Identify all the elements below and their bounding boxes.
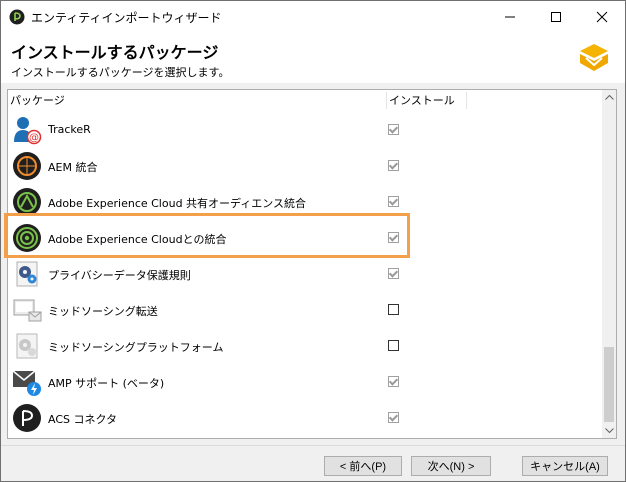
minimize-button[interactable] xyxy=(487,1,533,33)
chevron-down-icon xyxy=(604,428,614,434)
maximize-button[interactable] xyxy=(533,1,579,33)
maximize-icon xyxy=(551,12,561,22)
package-name: プライバシーデータ保護規則 xyxy=(48,269,191,282)
page-subtitle: インストールするパッケージを選択します。 xyxy=(11,66,230,79)
package-name: AEM 統合 xyxy=(48,161,98,174)
svg-text:@: @ xyxy=(29,133,39,144)
package-box-icon xyxy=(580,44,608,71)
install-checkbox[interactable] xyxy=(388,124,399,135)
list-item-privacy[interactable]: プライバシーデータ保護規則 xyxy=(8,256,602,292)
package-name: AMP サポート (ベータ) xyxy=(48,377,165,390)
list-item-aem[interactable]: AEM 統合 xyxy=(8,148,602,184)
package-name: ACS コネクタ xyxy=(48,413,118,426)
install-checkbox[interactable] xyxy=(388,232,399,243)
list-item-acs-connector[interactable]: ACS コネクタ xyxy=(8,400,602,436)
column-separator[interactable] xyxy=(386,92,387,109)
mid-sourcing-transfer-icon xyxy=(13,299,42,322)
acs-connector-icon xyxy=(13,404,41,432)
amp-mail-icon xyxy=(12,370,41,396)
next-button[interactable]: 次へ(N) > xyxy=(411,456,491,476)
user-at-icon: @ xyxy=(14,117,42,145)
install-checkbox[interactable] xyxy=(388,160,399,171)
column-separator[interactable] xyxy=(466,92,467,109)
aem-icon xyxy=(13,152,41,180)
package-name: ミッドソーシングプラットフォーム xyxy=(48,341,224,354)
list-item-shared-audience[interactable]: Adobe Experience Cloud 共有オーディエンス統合 xyxy=(8,184,602,220)
install-checkbox[interactable] xyxy=(388,268,399,279)
column-header-install[interactable]: インストール xyxy=(389,90,455,111)
privacy-gears-icon xyxy=(16,261,38,287)
package-list[interactable]: パッケージ インストール @ TrackeR AEM 統合 Adobe Expe… xyxy=(7,89,617,439)
list-item-amp[interactable]: AMP サポート (ベータ) xyxy=(8,364,602,400)
scroll-thumb[interactable] xyxy=(604,347,614,422)
footer-divider xyxy=(1,445,625,446)
vertical-scrollbar[interactable] xyxy=(602,90,616,438)
install-checkbox[interactable] xyxy=(388,376,399,387)
minimize-icon xyxy=(505,16,515,18)
close-icon xyxy=(596,11,608,23)
list-item-tracker[interactable]: @ TrackeR xyxy=(8,112,602,148)
install-checkbox[interactable] xyxy=(388,340,399,351)
back-button[interactable]: < 前へ(P) xyxy=(324,456,402,476)
title-bar[interactable]: エンティティインポートウィザード xyxy=(1,1,625,33)
package-name: TrackeR xyxy=(48,123,91,136)
list-item-mid-sourcing-transfer[interactable]: ミッドソーシング転送 xyxy=(8,292,602,328)
column-header-package[interactable]: パッケージ xyxy=(10,90,65,111)
app-logo-icon xyxy=(9,9,25,25)
list-item-experience-cloud[interactable]: Adobe Experience Cloudとの統合 xyxy=(8,220,602,256)
install-checkbox[interactable] xyxy=(388,304,399,315)
package-name: Adobe Experience Cloudとの統合 xyxy=(48,233,227,246)
package-name: Adobe Experience Cloud 共有オーディエンス統合 xyxy=(48,197,307,210)
shared-audience-icon xyxy=(13,188,41,216)
wizard-window: エンティティインポートウィザード インストールするパッケージ インストールするパ… xyxy=(0,0,626,482)
page-title: インストールするパッケージ xyxy=(11,43,219,62)
package-name: ミッドソーシング転送 xyxy=(48,305,158,318)
cancel-button[interactable]: キャンセル(A) xyxy=(522,456,608,476)
close-button[interactable] xyxy=(579,1,625,33)
install-checkbox[interactable] xyxy=(388,412,399,423)
install-checkbox[interactable] xyxy=(388,196,399,207)
scroll-down-button[interactable] xyxy=(602,424,616,438)
list-item-mid-sourcing-platform[interactable]: ミッドソーシングプラットフォーム xyxy=(8,328,602,364)
wizard-header: インストールするパッケージ インストールするパッケージを選択します。 xyxy=(1,33,625,83)
scroll-up-button[interactable] xyxy=(602,90,616,104)
chevron-up-icon xyxy=(604,94,614,100)
experience-cloud-icon xyxy=(13,224,41,252)
window-title: エンティティインポートウィザード xyxy=(31,11,222,25)
mid-sourcing-platform-icon xyxy=(16,333,38,359)
